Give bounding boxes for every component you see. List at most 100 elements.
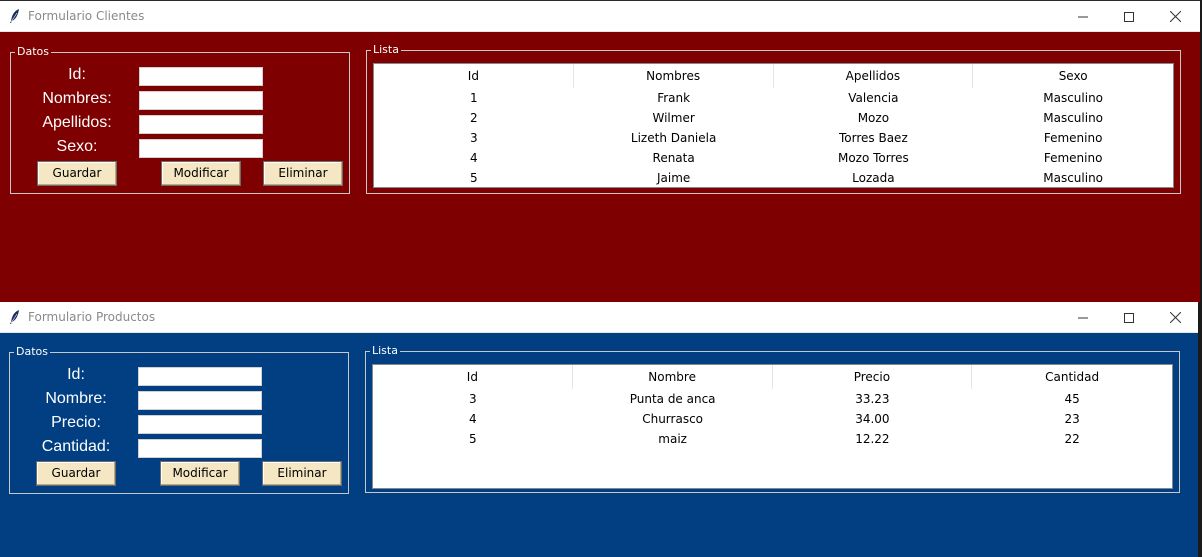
clientes-window: Formulario Clientes Datos Id: Nombres: A…: [0, 1, 1202, 303]
cell-id: 5: [470, 171, 478, 185]
cell-sexo: Femenino: [1043, 151, 1103, 165]
datos-groupbox: Datos Id: Nombre: Precio: Cantidad: Guar…: [9, 345, 349, 494]
lista-groupbox: Lista Id Nombres Apellidos Sexo 1 Frank Va…: [366, 43, 1181, 194]
cell-sexo: Masculino: [1043, 91, 1104, 105]
cell-apellidos: Lozada: [852, 171, 895, 185]
cell-id: 5: [469, 432, 477, 446]
cell-apellidos: Torres Baez: [839, 131, 908, 145]
cell-precio: 34.00: [855, 412, 890, 426]
column-header-apellidos[interactable]: Apellidos: [774, 64, 974, 88]
nombre-label: Nombre:: [45, 390, 107, 407]
cell-nombres: Renata: [652, 151, 695, 165]
id-field[interactable]: [139, 67, 263, 86]
clientes-client-area: Datos Id: Nombres: Apellidos: Sexo: Guar…: [0, 32, 1200, 303]
guardar-button[interactable]: Guardar: [37, 161, 117, 186]
productos-window: Formulario Productos Datos Id: Nombre: P…: [0, 302, 1202, 557]
cell-cantidad: 23: [1064, 412, 1080, 426]
title-bar[interactable]: Formulario Productos: [0, 302, 1198, 333]
cell-apellidos: Valencia: [848, 91, 899, 105]
modificar-button[interactable]: Modificar: [161, 161, 241, 186]
datos-label: Datos: [15, 45, 51, 58]
cell-sexo: Femenino: [1043, 131, 1103, 145]
cell-precio: 33.23: [855, 392, 890, 406]
cell-id: 1: [470, 91, 478, 105]
cell-nombre: Churrasco: [642, 412, 704, 426]
clientes-table[interactable]: Id Nombres Apellidos Sexo 1 Frank Valencia…: [373, 63, 1174, 188]
lista-label: Lista: [371, 43, 401, 56]
table-row[interactable]: 4 Renata Mozo Torres Femenino: [374, 148, 1173, 168]
sexo-field[interactable]: [139, 139, 263, 158]
cantidad-field[interactable]: [138, 439, 262, 458]
close-button[interactable]: [1152, 1, 1198, 32]
productos-client-area: Datos Id: Nombre: Precio: Cantidad: Guar…: [0, 333, 1198, 557]
cell-id: 2: [470, 111, 478, 125]
cell-id: 3: [470, 131, 478, 145]
column-header-sexo[interactable]: Sexo: [973, 64, 1173, 88]
window-title: Formulario Clientes: [28, 9, 145, 23]
precio-label: Precio:: [51, 414, 101, 431]
maximize-button[interactable]: [1106, 302, 1152, 333]
modificar-button[interactable]: Modificar: [160, 461, 240, 486]
cell-nombre: Punta de anca: [629, 392, 716, 406]
cell-id: 4: [470, 151, 478, 165]
cell-cantidad: 22: [1064, 432, 1080, 446]
lista-groupbox: Lista Id Nombre Precio Cantidad 3 Punta d…: [365, 344, 1180, 493]
apellidos-field[interactable]: [139, 115, 263, 134]
minimize-button[interactable]: [1060, 1, 1106, 32]
nombres-field[interactable]: [139, 91, 263, 110]
eliminar-button[interactable]: Eliminar: [262, 461, 342, 486]
column-header-id[interactable]: Id: [374, 64, 574, 88]
column-header-id[interactable]: Id: [373, 365, 573, 389]
nombres-label: Nombres:: [42, 90, 112, 107]
table-row[interactable]: 5 Jaime Lozada Masculino: [374, 168, 1173, 187]
cell-apellidos: Mozo Torres: [837, 151, 909, 165]
minimize-button[interactable]: [1060, 302, 1106, 333]
table-row[interactable]: 4 Churrasco 34.00 23: [373, 409, 1172, 429]
table-body: 1 Frank Valencia Masculino 2 Wilmer Mozo Mascu…: [374, 88, 1173, 187]
id-label: Id:: [67, 366, 85, 383]
table-row[interactable]: 1 Frank Valencia Masculino: [374, 88, 1173, 108]
maximize-icon: [1124, 312, 1134, 323]
id-field[interactable]: [138, 367, 262, 386]
close-icon: [1169, 312, 1181, 323]
table-header: Id Nombres Apellidos Sexo: [374, 64, 1173, 88]
cell-apellidos: Mozo: [857, 111, 890, 125]
cell-cantidad: 45: [1064, 392, 1080, 406]
apellidos-label: Apellidos:: [42, 114, 112, 131]
table-body: 3 Punta de anca 33.23 45 4 Churrasco 34.00 23 …: [373, 389, 1172, 449]
nombre-field[interactable]: [138, 391, 262, 410]
cell-nombres: Lizeth Daniela: [630, 131, 717, 145]
maximize-button[interactable]: [1106, 1, 1152, 32]
datos-label: Datos: [14, 345, 50, 358]
column-header-cantidad[interactable]: Cantidad: [972, 365, 1172, 389]
column-header-precio[interactable]: Precio: [773, 365, 973, 389]
close-button[interactable]: [1152, 302, 1198, 333]
minimize-icon: [1078, 16, 1088, 17]
feather-icon: [10, 9, 19, 23]
column-header-nombres[interactable]: Nombres: [574, 64, 774, 88]
precio-field[interactable]: [138, 415, 262, 434]
sexo-label: Sexo:: [56, 138, 98, 155]
feather-icon: [10, 310, 19, 324]
table-row[interactable]: 3 Punta de anca 33.23 45: [373, 389, 1172, 409]
table-header: Id Nombre Precio Cantidad: [373, 365, 1172, 389]
table-row[interactable]: 5 maiz 12.22 22: [373, 429, 1172, 449]
cell-nombres: Wilmer: [652, 111, 695, 125]
productos-table[interactable]: Id Nombre Precio Cantidad 3 Punta de anca…: [372, 364, 1173, 489]
window-title: Formulario Productos: [28, 310, 156, 324]
table-row[interactable]: 3 Lizeth Daniela Torres Baez Femenino: [374, 128, 1173, 148]
guardar-button[interactable]: Guardar: [36, 461, 116, 486]
close-icon: [1169, 11, 1181, 22]
cell-sexo: Masculino: [1043, 111, 1104, 125]
eliminar-button[interactable]: Eliminar: [263, 161, 343, 186]
column-header-nombre[interactable]: Nombre: [573, 365, 773, 389]
cell-sexo: Masculino: [1043, 171, 1104, 185]
cell-id: 3: [469, 392, 477, 406]
cell-precio: 12.22: [855, 432, 890, 446]
table-row[interactable]: 2 Wilmer Mozo Masculino: [374, 108, 1173, 128]
maximize-icon: [1124, 11, 1134, 22]
cell-nombres: Frank: [657, 91, 691, 105]
title-bar[interactable]: Formulario Clientes: [0, 1, 1200, 32]
cell-id: 4: [469, 412, 477, 426]
id-label: Id:: [68, 66, 86, 83]
